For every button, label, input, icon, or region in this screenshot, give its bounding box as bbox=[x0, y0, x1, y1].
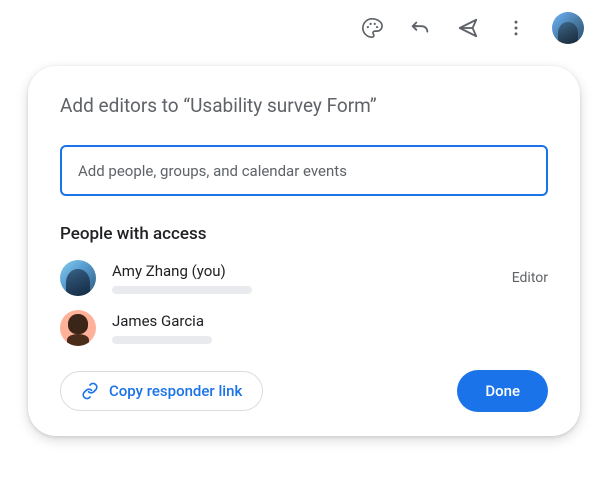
link-icon bbox=[81, 382, 99, 400]
toolbar bbox=[0, 0, 608, 56]
person-name: James Garcia bbox=[112, 312, 548, 330]
people-access-heading: People with access bbox=[60, 224, 548, 244]
person-row: Amy Zhang (you) Editor bbox=[60, 260, 548, 296]
person-name: Amy Zhang (you) bbox=[112, 262, 496, 280]
palette-icon[interactable] bbox=[360, 16, 384, 40]
copy-link-label: Copy responder link bbox=[109, 382, 242, 400]
person-info: James Garcia bbox=[112, 312, 548, 344]
send-icon[interactable] bbox=[456, 16, 480, 40]
person-info: Amy Zhang (you) bbox=[112, 262, 496, 294]
add-people-input[interactable] bbox=[78, 162, 530, 180]
add-people-input-wrap[interactable] bbox=[60, 145, 548, 196]
person-row: James Garcia bbox=[60, 310, 548, 346]
dialog-title: Add editors to “Usability survey Form” bbox=[60, 94, 548, 117]
share-dialog: Add editors to “Usability survey Form” P… bbox=[28, 66, 580, 436]
person-subtext-placeholder bbox=[112, 286, 252, 294]
person-subtext-placeholder bbox=[112, 336, 212, 344]
copy-responder-link-button[interactable]: Copy responder link bbox=[60, 371, 263, 411]
done-button[interactable]: Done bbox=[457, 370, 548, 412]
dialog-footer: Copy responder link Done bbox=[60, 370, 548, 412]
person-avatar bbox=[60, 260, 96, 296]
person-role: Editor bbox=[512, 270, 548, 286]
undo-icon[interactable] bbox=[408, 16, 432, 40]
person-avatar bbox=[60, 310, 96, 346]
user-avatar[interactable] bbox=[552, 12, 584, 44]
more-icon[interactable] bbox=[504, 16, 528, 40]
